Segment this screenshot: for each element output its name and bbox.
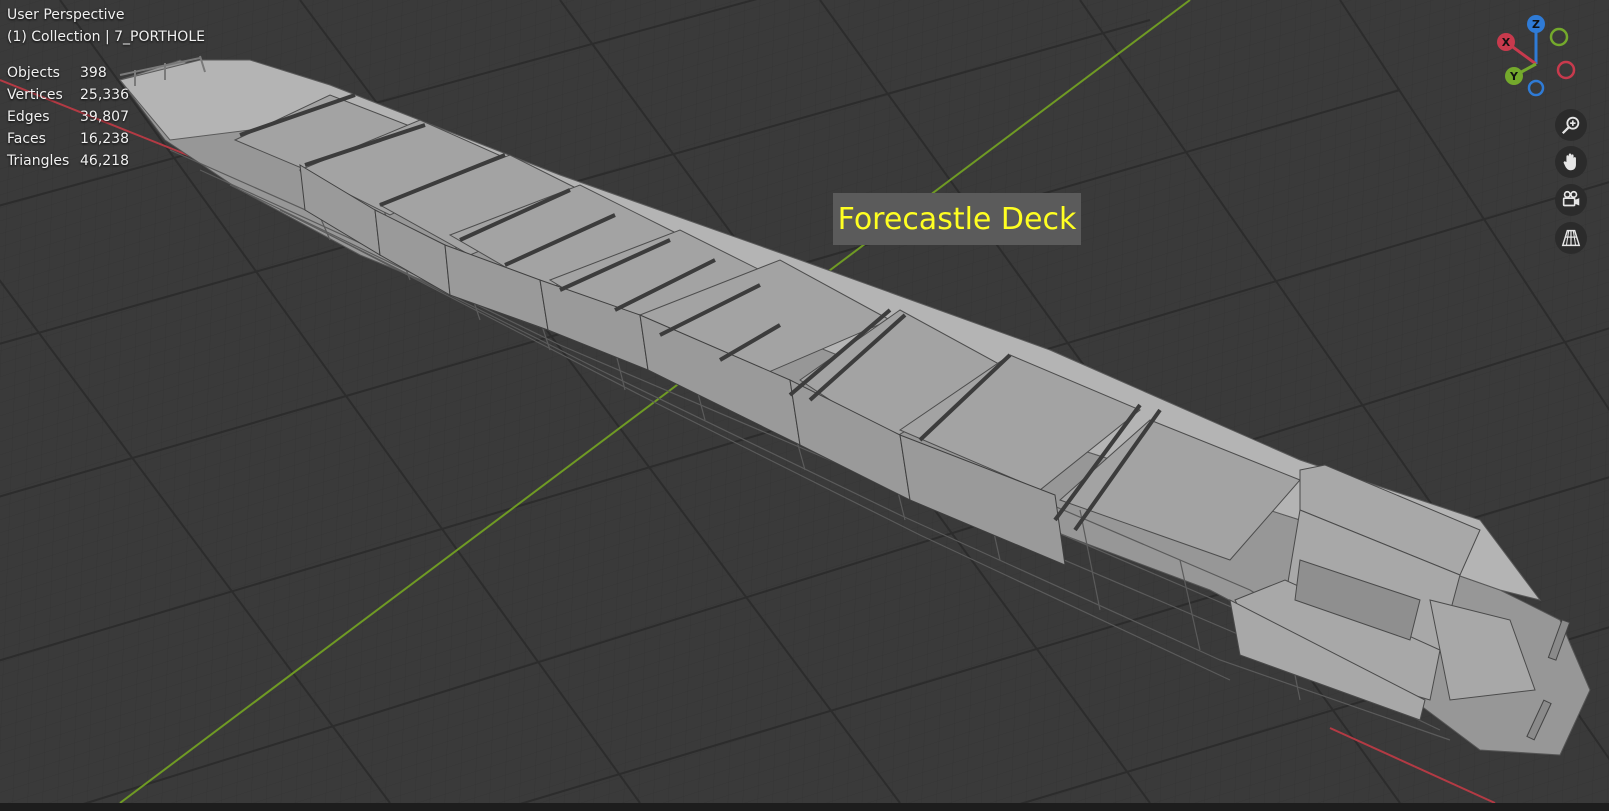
gizmo-x-label: X xyxy=(1502,36,1511,49)
gizmo-neg-y-handle[interactable] xyxy=(1549,27,1569,47)
stat-label: Vertices xyxy=(7,87,63,103)
stat-value: 25,336 xyxy=(80,87,129,103)
viewport-header-info: User Perspective (1) Collection | 7_PORT… xyxy=(7,4,205,48)
perspective-grid-icon xyxy=(1561,229,1581,247)
hand-icon xyxy=(1563,153,1576,171)
stat-row-vertices: Vertices 25,336 xyxy=(7,84,129,106)
gizmo-y-label: Y xyxy=(1509,70,1519,83)
stat-row-objects: Objects 398 xyxy=(7,62,129,84)
collection-info: (1) Collection | 7_PORTHOLE xyxy=(7,29,205,45)
gizmo-z-label: Z xyxy=(1532,18,1540,31)
stat-label: Edges xyxy=(7,109,50,125)
stat-value: 16,238 xyxy=(80,131,129,147)
stat-value: 398 xyxy=(80,65,107,81)
camera-icon xyxy=(1562,190,1580,207)
status-bar xyxy=(0,803,1609,811)
stat-row-edges: Edges 39,807 xyxy=(7,106,129,128)
stat-label: Objects xyxy=(7,65,60,81)
3d-viewport[interactable]: User Perspective (1) Collection | 7_PORT… xyxy=(0,0,1609,803)
gizmo-neg-x-handle[interactable] xyxy=(1556,60,1576,80)
stat-label: Faces xyxy=(7,131,46,147)
zoom-button[interactable] xyxy=(1555,109,1587,141)
gizmo-neg-z-handle[interactable] xyxy=(1527,79,1545,97)
stat-value: 46,218 xyxy=(80,153,129,169)
view-name: User Perspective xyxy=(7,7,125,23)
stat-value: 39,807 xyxy=(80,109,129,125)
forecastle-annotation-label: Forecastle Deck xyxy=(833,193,1081,245)
navigation-gizmo[interactable]: Z X Y xyxy=(1484,12,1584,102)
pan-button[interactable] xyxy=(1555,146,1587,178)
stat-row-faces: Faces 16,238 xyxy=(7,128,129,150)
stat-label: Triangles xyxy=(7,153,70,169)
camera-view-button[interactable] xyxy=(1555,184,1587,216)
viewport-scene[interactable] xyxy=(0,0,1609,803)
scene-statistics: Objects 398 Vertices 25,336 Edges 39,807… xyxy=(7,62,129,172)
magnifier-plus-icon xyxy=(1561,116,1580,135)
stat-row-triangles: Triangles 46,218 xyxy=(7,150,129,172)
projection-toggle-button[interactable] xyxy=(1555,222,1587,254)
